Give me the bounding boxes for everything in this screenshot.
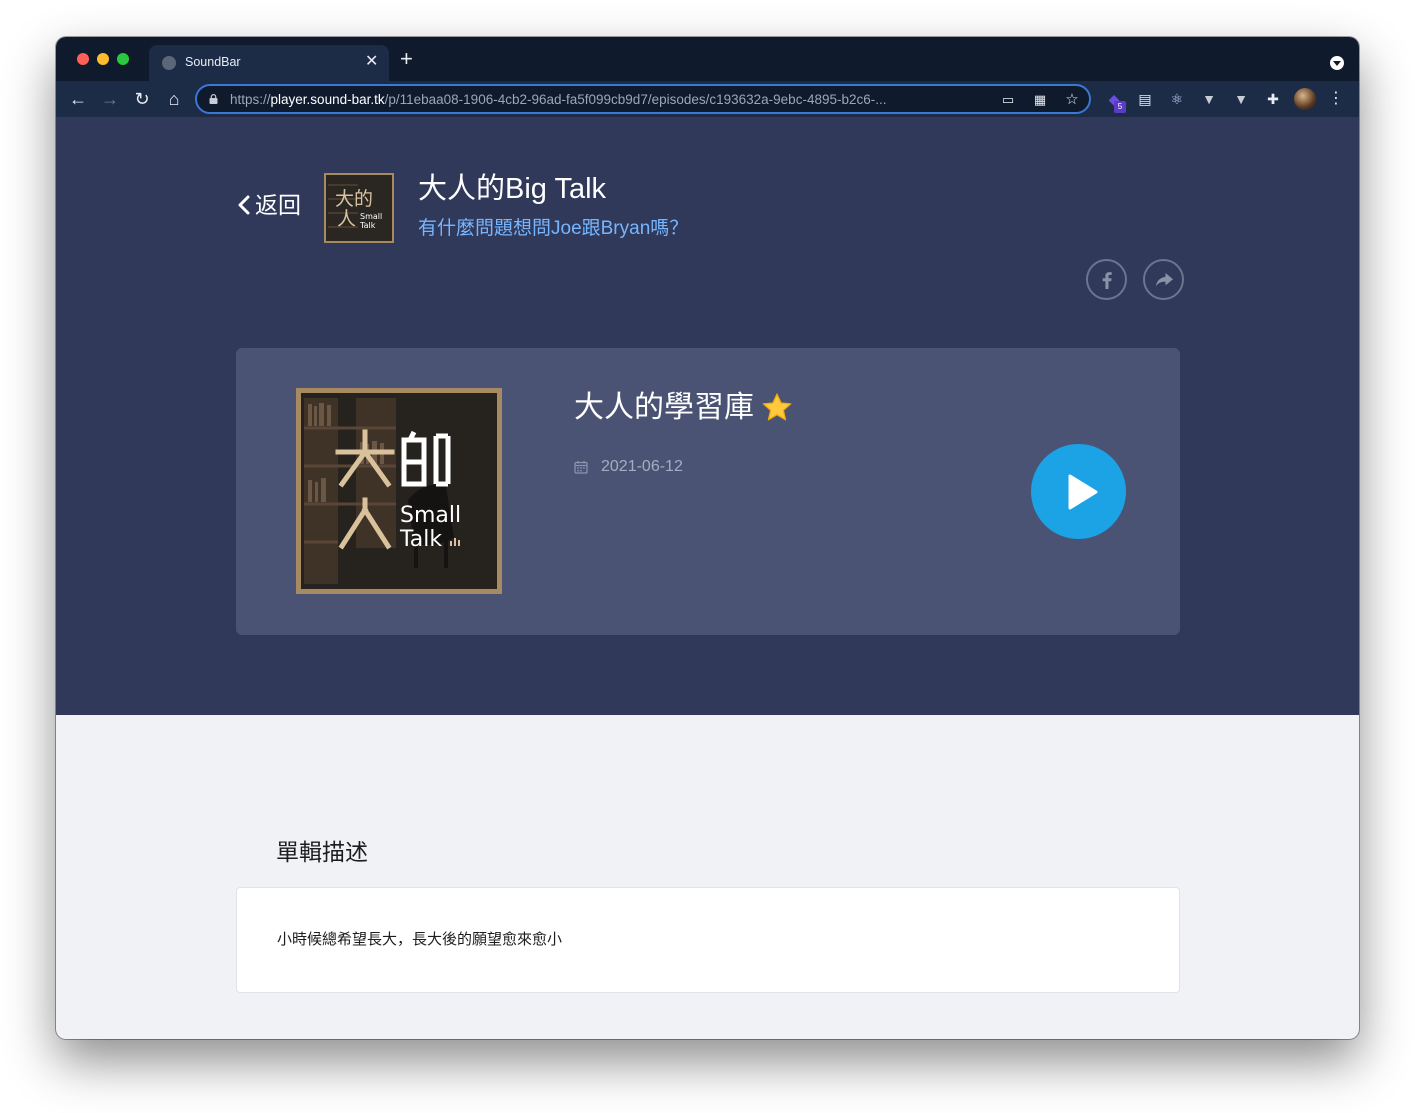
episode-cover-small: Small: [400, 503, 461, 528]
description-box: 小時候總希望長大，長大後的願望愈來愈小: [236, 887, 1180, 993]
description-text: 小時候總希望長大，長大後的願望愈來愈小: [277, 931, 563, 948]
calendar-extension-icon[interactable]: ▤: [1135, 89, 1155, 109]
podcast-title[interactable]: 大人的Big Talk: [418, 169, 606, 209]
podcast-subtitle[interactable]: 有什麼問題想問Joe跟Bryan嗎？: [418, 215, 688, 243]
profile-avatar[interactable]: [1294, 88, 1316, 110]
episode-date-text: 2021-06-12: [601, 458, 683, 475]
extension-badge: 5: [1114, 101, 1126, 113]
new-tab-button[interactable]: +: [400, 48, 413, 70]
star-icon: [762, 393, 792, 421]
episode-date: 2021-06-12: [574, 456, 683, 478]
cover-text-small: Small: [360, 212, 382, 221]
install-icon[interactable]: ▭: [999, 91, 1017, 109]
bookmark-star-icon[interactable]: ☆: [1063, 91, 1081, 109]
vue-devtools-icon[interactable]: ▼: [1231, 89, 1251, 109]
url-path: /p/11ebaa08-1906-4cb2-96ad-fa5f099cb9d7/…: [384, 92, 887, 107]
globe-icon: [162, 56, 176, 70]
back-link[interactable]: 返回: [236, 189, 301, 221]
close-tab-icon[interactable]: ✕: [365, 52, 378, 72]
address-bar[interactable]: https://player.sound-bar.tk/p/11ebaa08-1…: [195, 84, 1091, 114]
home-icon[interactable]: ⌂: [163, 88, 185, 110]
qr-icon[interactable]: ▦: [1031, 91, 1049, 109]
play-icon: [1068, 474, 1097, 509]
episode-cover-talk: Talk: [399, 527, 442, 552]
forward-icon[interactable]: →: [99, 88, 121, 110]
facebook-icon: [1102, 271, 1112, 289]
browser-tab[interactable]: SoundBar ✕: [149, 45, 389, 81]
url-scheme: https://: [230, 92, 271, 107]
url-text[interactable]: https://player.sound-bar.tk/p/11ebaa08-1…: [230, 92, 990, 107]
back-icon[interactable]: ←: [67, 88, 89, 110]
tab-bar: SoundBar ✕ +: [56, 37, 1359, 81]
url-host: player.sound-bar.tk: [270, 92, 385, 107]
lock-icon: [209, 94, 218, 104]
vue-devtools-icon[interactable]: ▼: [1199, 89, 1219, 109]
cover-text-top: 大的: [335, 188, 373, 210]
chevron-left-icon: [238, 195, 250, 215]
puzzle-icon[interactable]: ✚: [1263, 89, 1283, 109]
facebook-share-button[interactable]: [1086, 259, 1127, 300]
back-label: 返回: [255, 192, 301, 218]
maximize-window-button[interactable]: [117, 53, 129, 65]
hero-section: 返回 大的 人 Small Talk 大人的Big Talk 有什麼問題想問Jo…: [56, 117, 1359, 715]
minimize-window-button[interactable]: [97, 53, 109, 65]
reload-icon[interactable]: ↻: [131, 88, 153, 110]
tab-search-icon[interactable]: [1330, 56, 1344, 70]
podcast-thumbnail[interactable]: 大的 人 Small Talk: [324, 173, 394, 243]
cover-text-talk: Talk: [359, 221, 376, 230]
episode-card: Small Talk 大人的學習庫 2021-06-12: [236, 348, 1180, 635]
cover-text-mid: 人: [337, 208, 356, 230]
browser-window: SoundBar ✕ + ← → ↻ ⌂ https://player.soun…: [56, 37, 1359, 1039]
episode-cover: Small Talk: [296, 388, 502, 594]
episode-title-text: 大人的學習庫: [574, 391, 754, 424]
page-content: 返回 大的 人 Small Talk 大人的Big Talk 有什麼問題想問Jo…: [56, 117, 1359, 1039]
more-icon[interactable]: ⋮: [1328, 88, 1344, 110]
tab-title: SoundBar: [185, 55, 241, 69]
share-button[interactable]: [1143, 259, 1184, 300]
browser-toolbar: ← → ↻ ⌂ https://player.sound-bar.tk/p/11…: [56, 81, 1359, 117]
description-heading: 單輯描述: [276, 839, 368, 865]
share-arrow-icon: [1155, 272, 1173, 286]
close-window-button[interactable]: [77, 53, 89, 65]
play-button[interactable]: [1031, 444, 1126, 539]
calendar-icon: [574, 461, 588, 474]
react-devtools-icon[interactable]: ⚛: [1167, 89, 1187, 109]
episode-title: 大人的學習庫: [574, 386, 794, 430]
